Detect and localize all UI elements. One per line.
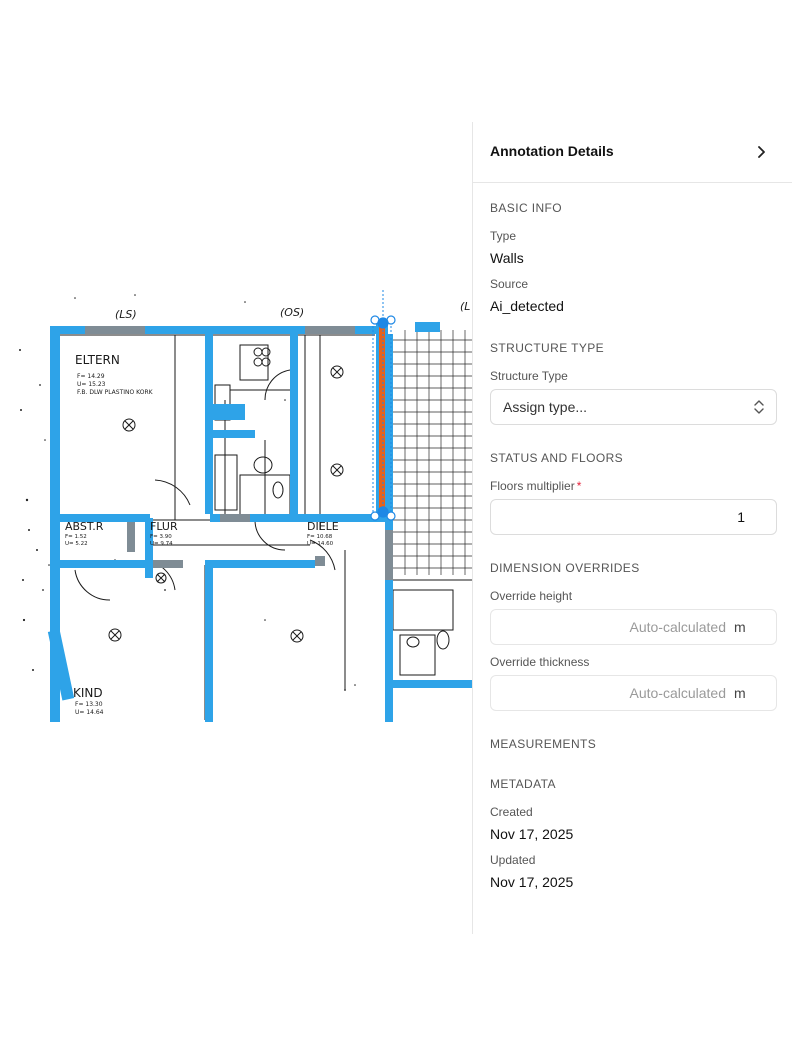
collapse-panel-button[interactable] [749,140,773,164]
updated-value: Nov 17, 2025 [490,874,574,890]
dimension-mark-right: (L [460,300,470,313]
override-height-input[interactable] [499,616,728,638]
room-note-flur-f: F= 3.90 [150,534,172,540]
floors-multiplier-input[interactable]: 1 [490,499,777,535]
room-note-kind-u: U= 14.64 [75,709,104,716]
dimension-mark-os: (OS) [280,306,304,319]
section-measurements: MEASUREMENTS [490,737,597,751]
structure-type-select[interactable]: Assign type... [490,389,777,425]
room-label-diele: DIELE [307,520,339,533]
override-thickness-label: Override thickness [490,655,590,669]
panel-title: Annotation Details [490,143,614,159]
override-height-unit: m [734,619,746,635]
structure-type-select-placeholder: Assign type... [503,399,588,415]
dimension-mark-ls: (LS) [115,308,137,321]
updated-label: Updated [490,853,536,867]
section-basic-info: BASIC INFO [490,201,563,215]
source-label: Source [490,277,529,291]
room-note-eltern-f: F= 14.29 [77,373,105,380]
chevron-right-icon [758,146,765,158]
override-thickness-field[interactable]: m [490,675,777,711]
room-note-diele-u: U= 14.60 [307,541,334,547]
room-label-abstr: ABST.R [65,520,104,533]
room-note-diele-f: F= 10.68 [307,534,333,540]
required-marker: * [576,479,582,493]
room-label-flur: FLUR [150,520,178,533]
floor-plan-canvas[interactable]: (LS) (OS) (L ELTERN F= 14.29 U= 15.23 F.… [15,290,472,722]
opening-markers [85,326,393,580]
wall-annotations [47,322,472,722]
override-height-label: Override height [490,589,573,603]
section-status-floors: STATUS AND FLOORS [490,451,624,465]
room-note-abstr-f: F= 1.52 [65,534,87,540]
created-value: Nov 17, 2025 [490,826,574,842]
room-note-kind-f: F= 13.30 [75,701,103,708]
room-note-eltern-fb: F.B. DLW PLASTINO KORK [77,389,154,396]
override-height-field[interactable]: m [490,609,777,645]
section-structure-type: STRUCTURE TYPE [490,341,605,355]
type-label: Type [490,229,517,243]
room-note-abstr-u: U= 5.22 [65,541,88,547]
section-metadata: METADATA [490,777,556,791]
room-label-kind: KIND [73,686,103,700]
source-value: Ai_detected [490,298,564,314]
room-label-eltern: ELTERN [75,353,120,367]
room-note-eltern-u: U= 15.23 [77,381,106,388]
override-thickness-unit: m [734,685,746,701]
floors-multiplier-value: 1 [737,509,745,525]
annotation-details-panel: Annotation Details BASIC INFO Type Walls… [472,122,792,934]
chevron-up-down-icon [754,400,764,414]
type-value: Walls [490,250,524,266]
room-note-flur-u: U= 9.74 [150,541,173,547]
section-dimension-overrides: DIMENSION OVERRIDES [490,561,640,575]
tile-grid [393,330,472,575]
created-label: Created [490,805,533,819]
structure-type-label: Structure Type [490,369,568,383]
panel-header: Annotation Details [473,122,792,183]
floors-multiplier-label: Floors multiplier * [490,479,582,493]
override-thickness-input[interactable] [499,682,728,704]
